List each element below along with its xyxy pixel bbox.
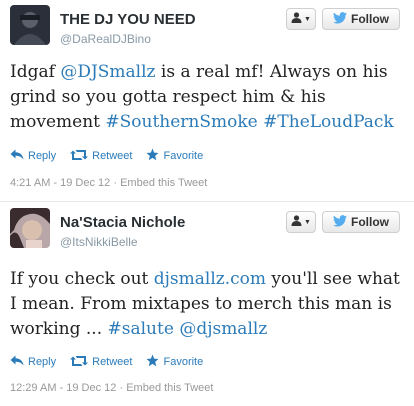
user-silhouette-icon xyxy=(291,10,302,28)
chevron-down-icon: ▼ xyxy=(304,218,311,226)
twitter-bird-icon xyxy=(333,214,347,230)
follow-label: Follow xyxy=(351,215,389,229)
user-handle[interactable]: @DaRealDJBino xyxy=(60,32,151,46)
star-icon xyxy=(146,354,159,370)
reply-arrow-icon xyxy=(10,149,24,163)
tweet-divider xyxy=(0,201,414,202)
retweet-icon xyxy=(70,355,89,370)
star-icon xyxy=(146,148,159,164)
user-silhouette-icon xyxy=(291,213,302,231)
reply-arrow-icon xyxy=(10,355,24,369)
timestamp[interactable]: 12:29 AM - 19 Dec 12 xyxy=(10,382,116,394)
favorite-label: Favorite xyxy=(163,356,204,368)
tweet-text-segment: grind so you gotta respect him & his xyxy=(10,87,326,107)
reply-label: Reply xyxy=(28,150,57,162)
reply-label: Reply xyxy=(28,356,57,368)
follow-label: Follow xyxy=(351,12,389,26)
tweet-text-segment: you'll see what xyxy=(266,269,400,289)
tweet-text-line: movement #SouthernSmoke #TheLoudPack xyxy=(10,110,406,135)
tweet-card: THE DJ YOU NEED @DaRealDJBino ▼ Follow I… xyxy=(0,0,414,202)
favorite-label: Favorite xyxy=(163,150,204,162)
tweet-text-segment: If you check out xyxy=(10,269,154,289)
display-name[interactable]: THE DJ YOU NEED xyxy=(60,11,196,28)
tweet-text-line: If you check out djsmallz.com you'll see… xyxy=(10,267,406,292)
retweet-action[interactable]: Retweet xyxy=(70,355,132,370)
tweet-text: Idgaf @DJSmallz is a real mf! Always on … xyxy=(10,60,406,135)
favorite-action[interactable]: Favorite xyxy=(146,354,203,370)
tweet-text-segment: is a real mf! Always on his xyxy=(155,62,388,82)
tweet-card: Na'Stacia Nichole @ItsNikkiBelle ▼ Follo… xyxy=(0,203,414,406)
follow-button[interactable]: Follow xyxy=(322,8,400,30)
tweet-actions: Reply Retweet Favorite xyxy=(10,354,217,370)
retweet-action[interactable]: Retweet xyxy=(70,149,132,164)
reply-action[interactable]: Reply xyxy=(10,149,56,163)
retweet-icon xyxy=(70,149,89,164)
mention-link[interactable]: @DJSmallz xyxy=(60,62,155,82)
follow-button[interactable]: Follow xyxy=(322,211,400,233)
tweet-text-line: Idgaf @DJSmallz is a real mf! Always on … xyxy=(10,60,406,85)
timestamp[interactable]: 4:21 AM - 19 Dec 12 xyxy=(10,177,110,189)
avatar[interactable] xyxy=(10,5,50,45)
url-link[interactable]: djsmallz.com xyxy=(154,269,266,289)
hashtag-link[interactable]: #salute xyxy=(108,319,174,339)
tweet-meta: 4:21 AM - 19 Dec 12 · Embed this Tweet xyxy=(10,177,207,189)
user-actions-button[interactable]: ▼ xyxy=(286,8,316,30)
user-actions-button[interactable]: ▼ xyxy=(286,211,316,233)
tweet-meta: 12:29 AM - 19 Dec 12 · Embed this Tweet xyxy=(10,382,213,394)
tweet-text-segment: movement xyxy=(10,112,106,132)
tweet-text-segment: I mean. From mixtapes to merch this man … xyxy=(10,294,392,314)
tweet-text-line: I mean. From mixtapes to merch this man … xyxy=(10,292,406,317)
retweet-label: Retweet xyxy=(92,150,133,162)
avatar[interactable] xyxy=(10,208,50,248)
embed-tweet-link[interactable]: Embed this Tweet xyxy=(120,177,207,189)
twitter-bird-icon xyxy=(333,11,347,27)
chevron-down-icon: ▼ xyxy=(304,15,311,23)
display-name[interactable]: Na'Stacia Nichole xyxy=(60,214,185,231)
hashtag-link[interactable]: #SouthernSmoke xyxy=(105,112,257,132)
tweet-text-segment: Idgaf xyxy=(10,62,61,82)
tweet-text-line: grind so you gotta respect him & his xyxy=(10,85,406,110)
retweet-label: Retweet xyxy=(92,356,133,368)
favorite-action[interactable]: Favorite xyxy=(146,148,203,164)
tweet-text: If you check out djsmallz.com you'll see… xyxy=(10,267,406,342)
mention-link[interactable]: @djsmallz xyxy=(179,319,267,339)
hashtag-link[interactable]: #TheLoudPack xyxy=(263,112,394,132)
tweet-actions: Reply Retweet Favorite xyxy=(10,148,217,164)
user-handle[interactable]: @ItsNikkiBelle xyxy=(60,235,138,249)
embed-tweet-link[interactable]: Embed this Tweet xyxy=(126,382,213,394)
tweet-text-line: working ... #salute @djsmallz xyxy=(10,317,406,342)
tweet-text-segment: working ... xyxy=(10,319,108,339)
reply-action[interactable]: Reply xyxy=(10,355,56,369)
